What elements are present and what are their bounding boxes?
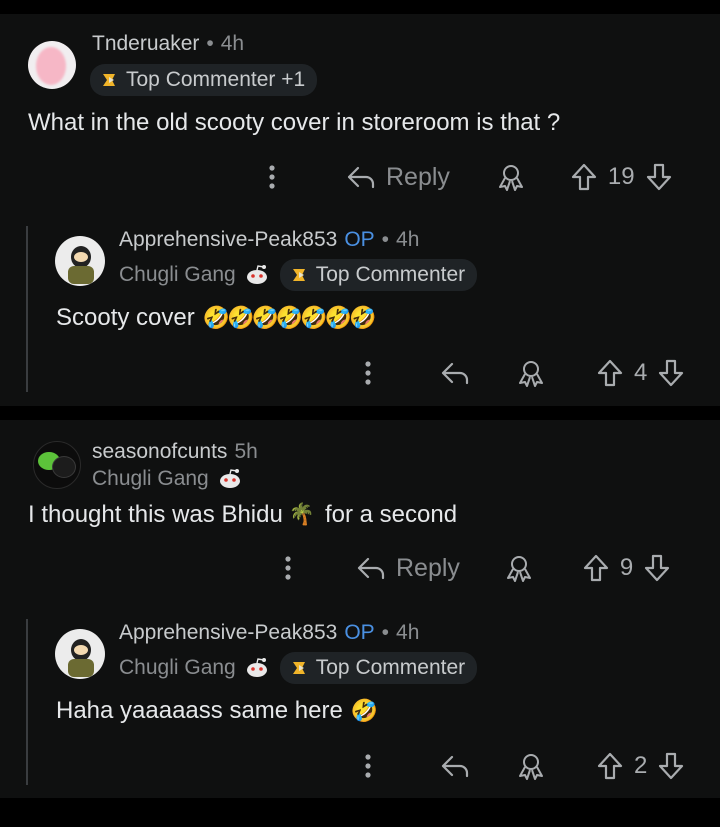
- thread-divider: [0, 406, 720, 420]
- vote-controls: 9: [582, 553, 671, 583]
- downvote-icon[interactable]: [643, 553, 671, 583]
- comment-body: Scooty cover: [56, 304, 195, 331]
- comment-actions: 2: [358, 749, 685, 783]
- avatar[interactable]: [33, 441, 81, 489]
- reply-arrow-icon: [356, 555, 386, 581]
- meta-separator: •: [381, 228, 390, 251]
- reply-arrow-icon: [346, 164, 376, 190]
- award-icon[interactable]: [516, 358, 546, 388]
- upvote-icon[interactable]: [582, 553, 610, 583]
- comment-time: 5h: [234, 440, 258, 463]
- upvote-icon[interactable]: [570, 162, 598, 192]
- reply-label: Reply: [386, 162, 450, 191]
- meta-separator: •: [206, 32, 214, 55]
- award-icon[interactable]: [496, 162, 526, 192]
- trophy-icon: [290, 658, 310, 678]
- comment-body: Haha yaaaaass same here: [56, 697, 343, 724]
- trophy-icon: [100, 70, 120, 90]
- reply-label: Reply: [396, 553, 460, 582]
- more-vertical-icon[interactable]: [262, 162, 282, 192]
- comment-thread-1: Tnderuaker • 4h Top Commenter +1 What in…: [0, 14, 720, 406]
- top-commenter-badge[interactable]: Top Commenter: [279, 652, 478, 684]
- downvote-icon[interactable]: [657, 751, 685, 781]
- comment-actions: 4: [358, 356, 685, 390]
- top-commenter-badge[interactable]: Top Commenter: [279, 259, 478, 291]
- palm-tree-emoji: 🌴: [288, 503, 315, 526]
- comment-username[interactable]: Apprehensive-Peak853: [119, 621, 337, 645]
- downvote-icon[interactable]: [657, 358, 685, 388]
- comment-thread-2: seasonofcunts 5h Chugli Gang I thought t…: [0, 420, 720, 798]
- reply-arrow-icon[interactable]: [440, 360, 470, 386]
- op-badge: OP: [344, 621, 375, 644]
- reply-button[interactable]: Reply: [346, 163, 450, 192]
- comment-username[interactable]: seasonofcunts: [92, 440, 227, 464]
- vote-count: 19: [607, 163, 635, 190]
- vote-count: 2: [634, 752, 648, 779]
- more-vertical-icon[interactable]: [358, 751, 378, 781]
- award-icon[interactable]: [516, 751, 546, 781]
- vote-count: 4: [634, 359, 648, 386]
- user-flair: Chugli Gang: [119, 263, 236, 286]
- comment-actions: Reply 9: [278, 551, 671, 585]
- avatar[interactable]: [55, 236, 105, 286]
- comment-time: 4h: [220, 32, 245, 55]
- award-icon[interactable]: [504, 553, 534, 583]
- vote-controls: 4: [596, 358, 685, 388]
- vote-controls: 19: [570, 162, 673, 192]
- avatar[interactable]: [55, 629, 105, 679]
- upvote-icon[interactable]: [596, 751, 624, 781]
- downvote-icon[interactable]: [645, 162, 673, 192]
- snoo-icon: [244, 264, 270, 286]
- comment-username[interactable]: Tnderuaker: [92, 32, 199, 56]
- snoo-icon: [244, 657, 270, 679]
- comment-username[interactable]: Apprehensive-Peak853: [119, 228, 337, 252]
- badge-label: Top Commenter: [315, 263, 466, 286]
- thread-line[interactable]: [26, 619, 28, 785]
- thread-line[interactable]: [26, 226, 28, 392]
- comment-actions: Reply 19: [262, 160, 673, 194]
- trophy-icon: [290, 265, 310, 285]
- avatar[interactable]: [28, 41, 76, 89]
- comment-time: 4h: [396, 228, 420, 251]
- snoo-icon: [217, 468, 243, 490]
- laughing-emoji: 🤣: [350, 698, 379, 723]
- comment-body: I thought this was Bhidu: [28, 501, 283, 528]
- comments-page: Tnderuaker • 4h Top Commenter +1 What in…: [0, 0, 720, 827]
- user-flair: Chugli Gang: [92, 467, 209, 490]
- comment-body-continued: for a second: [324, 501, 458, 528]
- vote-count: 9: [619, 554, 634, 581]
- comment-time: 4h: [396, 621, 420, 644]
- badge-label: Top Commenter: [315, 656, 466, 679]
- more-vertical-icon[interactable]: [278, 553, 298, 583]
- more-vertical-icon[interactable]: [358, 358, 378, 388]
- thread-divider: [0, 798, 720, 827]
- user-flair: Chugli Gang: [119, 656, 236, 679]
- top-commenter-badge[interactable]: Top Commenter +1: [90, 64, 318, 96]
- reply-arrow-icon[interactable]: [440, 753, 470, 779]
- op-badge: OP: [344, 228, 375, 251]
- vote-controls: 2: [596, 751, 685, 781]
- reply-button[interactable]: Reply: [356, 554, 460, 583]
- emoji-sequence: 🤣🤣🤣🤣🤣🤣🤣: [202, 305, 377, 330]
- badge-label: Top Commenter +1: [126, 68, 306, 91]
- comment-body: What in the old scooty cover in storeroo…: [28, 109, 561, 136]
- meta-separator: •: [381, 621, 390, 644]
- upvote-icon[interactable]: [596, 358, 624, 388]
